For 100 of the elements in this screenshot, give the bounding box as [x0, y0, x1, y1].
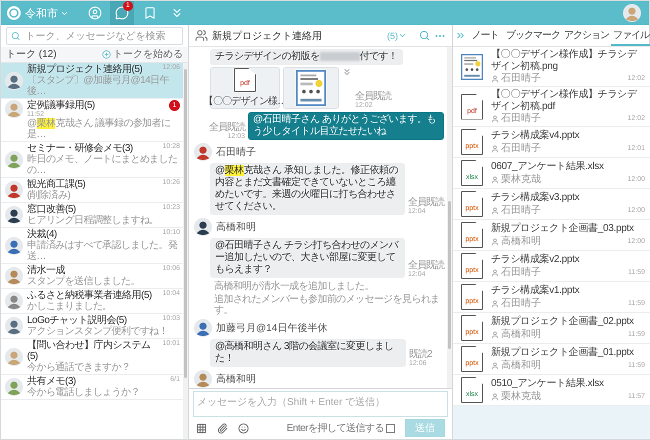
talk-preview: (削除済み)	[27, 190, 72, 201]
read-status: 既読2	[409, 349, 432, 360]
message-bubble: チラシデザインの初版を 付です！	[210, 49, 402, 65]
expand-icon[interactable]	[342, 67, 352, 77]
file-name: 0510_アンケート結果.xlsx	[491, 378, 605, 390]
enter-to-send-checkbox[interactable]	[386, 424, 395, 432]
panel-tab[interactable]: ブックマーク	[504, 25, 562, 46]
search-field[interactable]: トーク、メッセージなどを検索	[6, 27, 183, 45]
file-uploader: 石田晴子	[491, 267, 622, 278]
talk-title: 決裁(4)	[27, 229, 58, 240]
message-input[interactable]: メッセージを入力（Shift + Enter で送信）	[193, 391, 448, 417]
user-icon	[491, 362, 499, 370]
talk-preview: 今から通話できますか？	[27, 362, 132, 373]
file-name: チラシ構成案v1.pptx	[491, 284, 580, 297]
chat-title: 新規プロジェクト連絡用	[212, 30, 323, 42]
avatar	[5, 378, 23, 396]
talk-title: 共有メモ(3)	[27, 376, 77, 387]
file-uploader: 石田晴子	[491, 205, 622, 216]
talk-title: 【問い合わせ】庁内システム(5)	[27, 340, 152, 362]
talk-title: 定例議事録用(5)	[27, 100, 96, 111]
user-icon	[491, 176, 499, 184]
read-status: 全員既読	[209, 122, 245, 133]
emoji-icon[interactable]	[238, 422, 249, 434]
file-uploader: 石田晴子	[491, 143, 622, 154]
read-status: 全員既読	[355, 91, 391, 102]
talk-title: 窓口改善(5)	[27, 204, 77, 215]
file-name: 新規プロジェクト企画書_01.pptx	[491, 346, 635, 359]
scrollbar[interactable]	[447, 47, 452, 388]
user-icon	[491, 300, 499, 308]
system-message: 高橋和明が清水一成を追加しました。	[214, 281, 375, 292]
file-name: 0607_アンケート結果.xlsx	[491, 160, 605, 173]
avatar	[5, 267, 23, 285]
attach-icon[interactable]	[217, 422, 228, 434]
file-uploader: 石田晴子	[491, 113, 622, 124]
profile-icon[interactable]	[88, 6, 102, 20]
enter-to-send-label: Enterを押して送信する	[286, 422, 384, 435]
avatar	[5, 348, 23, 366]
avatar	[194, 143, 212, 161]
file-uploader: 高橋和明	[491, 329, 622, 340]
avatar	[194, 319, 212, 337]
message-bubble: @石田晴子さん チラシ打ち合わせのメンバー追加したいので、大きい部屋に変更してもらえます？	[210, 238, 405, 278]
sender-name: 加藤弓月@14日午後半休	[216, 322, 328, 335]
file-uploader: 高橋和明	[491, 236, 622, 248]
system-message: 追加されたメンバーも参加前のメッセージを見られます。	[214, 294, 441, 316]
talk-preview: 今から電話しましょうか？	[27, 387, 141, 398]
file-name: チラシ構成案v2.pptx	[491, 254, 580, 266]
talk-preview: 〔スタンプ〕@加藤弓月@14日午後…	[27, 75, 170, 97]
file-uploader: 栗林克哉	[491, 391, 622, 402]
message-bubble: @石田晴子さん ありがとうございます。もう少しタイトル目立たせたいね	[248, 112, 444, 140]
chat-icon[interactable]	[115, 6, 130, 20]
panel-tab[interactable]: アクション	[562, 25, 611, 46]
user-icon	[491, 268, 499, 277]
bookmark-icon[interactable]	[142, 6, 157, 20]
talk-preview: ヒアリング日程調整しますね。	[27, 215, 160, 226]
user-icon	[491, 330, 499, 339]
file-name: チラシ構成案v4.pptx	[491, 130, 580, 142]
search-icon	[11, 31, 20, 41]
collapse-icon[interactable]	[455, 30, 466, 41]
caret-icon	[398, 31, 407, 40]
new-talk-button[interactable]: トークを始める	[102, 47, 183, 61]
avatar	[5, 317, 23, 335]
logo-icon	[7, 6, 21, 20]
talk-preview: 昨日のメモ、ノートにまとめましたの…	[27, 154, 178, 176]
user-icon	[491, 74, 499, 82]
sender-name: 石田晴子	[216, 146, 256, 159]
sender-name: 高橋和明	[216, 372, 256, 386]
avatar	[194, 218, 212, 236]
search-icon[interactable]	[419, 30, 430, 41]
plus-icon	[102, 50, 111, 58]
avatar	[5, 100, 23, 118]
user-icon	[491, 238, 499, 246]
talk-preview: 申請済みはすべて承認しました。発送…	[27, 240, 178, 262]
talk-title: ふるさと納税事業者連絡用(5)	[27, 290, 153, 301]
avatar	[5, 236, 23, 254]
avatar	[5, 181, 23, 199]
talk-preview: アクションスタンプ便利ですね！	[27, 326, 170, 337]
group-icon	[195, 29, 208, 42]
talk-title: LoGoチャット説明会(5)	[27, 315, 127, 326]
talk-title: 新規プロジェクト連絡用(5)	[27, 64, 144, 75]
avatar	[5, 206, 23, 224]
avatar	[5, 150, 23, 168]
message-bubble: @高橋和明さん 3階の会議室に変更しました！	[210, 339, 406, 367]
scrollbar-thumb[interactable]	[448, 201, 451, 350]
file-uploader: 栗林克哉	[491, 174, 622, 186]
read-status: 全員既読	[408, 197, 444, 208]
file-name: 【〇〇デザイン様作成】チラシデザイン初稿.pdf	[491, 89, 638, 112]
file-name: 新規プロジェクト企画書_03.pptx	[491, 222, 635, 235]
talk-title: 観光商工課(5)	[27, 179, 86, 190]
user-icon	[491, 206, 499, 215]
file-name: 新規プロジェクト企画書_02.pptx	[491, 316, 635, 328]
panel-tab[interactable]: ノート	[466, 25, 504, 46]
scrollbar[interactable]	[183, 63, 188, 439]
image-attachment[interactable]	[283, 67, 339, 109]
user-icon	[491, 144, 499, 153]
user-icon	[491, 114, 499, 122]
avatar	[5, 292, 23, 310]
file-uploader: 石田晴子	[491, 298, 622, 310]
file-uploader: 高橋和明	[491, 360, 622, 372]
grid-icon[interactable]	[196, 422, 207, 434]
scrollbar-thumb[interactable]	[184, 69, 187, 378]
